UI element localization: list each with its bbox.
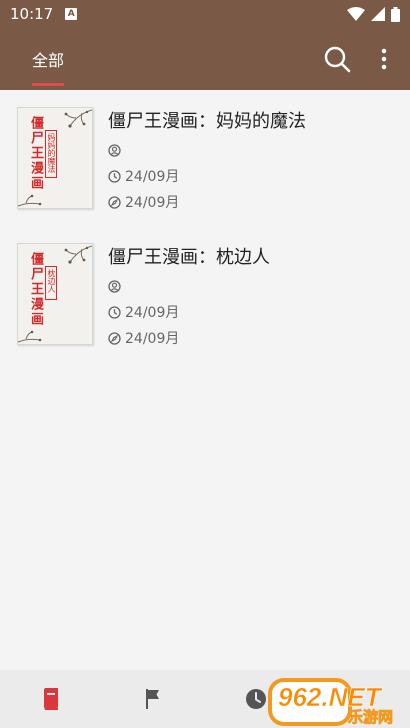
cover-title: 僵尸王漫画 bbox=[28, 116, 43, 191]
author-row bbox=[108, 140, 400, 160]
wifi-icon bbox=[347, 7, 365, 21]
book-icon[interactable] bbox=[39, 687, 63, 711]
branch-decoration-icon bbox=[64, 245, 92, 264]
tab-indicator bbox=[32, 83, 64, 86]
book-updated: 24/09月 bbox=[125, 169, 180, 185]
clock-icon bbox=[108, 169, 121, 183]
flag-icon[interactable] bbox=[142, 687, 166, 711]
updated-row: 24/09月 bbox=[108, 302, 400, 322]
status-bar: 10:17 A bbox=[0, 0, 410, 28]
book-cover: 僵尸王漫画 枕边人 bbox=[17, 243, 93, 345]
cover-title: 僵尸王漫画 bbox=[28, 252, 43, 327]
book-read: 24/09月 bbox=[125, 331, 180, 347]
book-title: 僵尸王漫画：枕边人 bbox=[108, 247, 270, 268]
branch-decoration-icon bbox=[18, 330, 42, 343]
author-row bbox=[108, 276, 400, 296]
a-icon: A bbox=[65, 8, 78, 20]
read-row: 24/09月 bbox=[108, 192, 400, 212]
clock-icon[interactable] bbox=[244, 687, 268, 711]
more-vert-icon[interactable] bbox=[372, 44, 396, 74]
branch-decoration-icon bbox=[18, 194, 42, 207]
status-time: 10:17 bbox=[10, 5, 54, 23]
book-read: 24/09月 bbox=[125, 195, 180, 211]
battery-icon bbox=[391, 6, 400, 22]
tab-all-label: 全部 bbox=[31, 51, 64, 70]
list-item[interactable]: 僵尸王漫画 妈妈的魔法 僵尸王漫画：妈妈的魔法 24/09月 24/09月 bbox=[0, 90, 410, 226]
cover-subtitle: 枕边人 bbox=[45, 266, 57, 300]
app-bar: 全部 bbox=[0, 28, 410, 90]
branch-decoration-icon bbox=[64, 109, 92, 128]
read-row: 24/09月 bbox=[108, 328, 400, 348]
tab-all[interactable]: 全部 bbox=[18, 28, 78, 90]
person-icon bbox=[108, 143, 121, 157]
compass-icon bbox=[108, 331, 121, 345]
search-icon[interactable] bbox=[322, 44, 352, 74]
book-cover: 僵尸王漫画 妈妈的魔法 bbox=[17, 107, 93, 209]
book-list: 僵尸王漫画 妈妈的魔法 僵尸王漫画：妈妈的魔法 24/09月 24/09月 僵尸… bbox=[0, 90, 410, 362]
updated-row: 24/09月 bbox=[108, 166, 400, 186]
status-icons bbox=[347, 6, 400, 22]
book-info: 僵尸王漫画：枕边人 24/09月 24/09月 bbox=[108, 246, 400, 348]
person-icon bbox=[108, 279, 121, 293]
cover-subtitle: 妈妈的魔法 bbox=[45, 130, 57, 178]
watermark-logo: 962.NET 乐游网 bbox=[268, 678, 393, 726]
book-updated: 24/09月 bbox=[125, 305, 180, 321]
clock-icon bbox=[108, 305, 121, 319]
list-item[interactable]: 僵尸王漫画 枕边人 僵尸王漫画：枕边人 24/09月 24/09月 bbox=[0, 226, 410, 362]
book-title: 僵尸王漫画：妈妈的魔法 bbox=[108, 111, 306, 132]
watermark-subtext: 乐游网 bbox=[348, 708, 393, 726]
signal-icon bbox=[371, 7, 385, 21]
book-info: 僵尸王漫画：妈妈的魔法 24/09月 24/09月 bbox=[108, 110, 400, 212]
compass-icon bbox=[108, 195, 121, 209]
